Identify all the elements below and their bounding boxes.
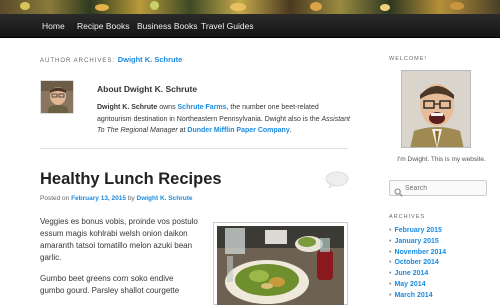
page: Home Recipe Books Business Books Travel … <box>0 0 500 305</box>
archive-author-link[interactable]: Dwight K. Schrute <box>118 55 183 64</box>
author-avatar <box>40 80 74 114</box>
nav-recipe-books[interactable]: Recipe Books <box>77 14 129 38</box>
profile-photo <box>401 70 471 148</box>
bio-text: owns <box>157 104 178 111</box>
post-date-link[interactable]: February 13, 2015 <box>71 195 126 202</box>
archive-link-jan-2015[interactable]: January 2015 <box>389 237 446 248</box>
archive-label-text: AUTHOR ARCHIVES: <box>40 58 116 64</box>
search-icon <box>394 184 403 202</box>
author-bio: Dwight K. Schrute owns Schrute Farms, th… <box>97 102 352 137</box>
post-meta: Posted on February 13, 2015 by Dwight K.… <box>40 195 192 202</box>
salad-photo <box>213 222 348 305</box>
archive-title: AUTHOR ARCHIVES: Dwight K. Schrute <box>40 55 182 64</box>
post-body: Veggies es bonus vobis, proinde vos post… <box>40 216 200 305</box>
about-author-heading: About Dwight K. Schrute <box>97 84 198 94</box>
archives-list: February 2015 January 2015 November 2014… <box>389 226 446 302</box>
meta-by: by <box>126 195 137 202</box>
comment-bubble-icon[interactable] <box>325 171 349 189</box>
divider <box>40 148 348 149</box>
post-paragraph: Veggies es bonus vobis, proinde vos post… <box>40 217 198 262</box>
schrute-farms-link[interactable]: Schrute Farms <box>178 104 227 111</box>
meta-prefix: Posted on <box>40 195 72 202</box>
author-info-box: About Dwight K. Schrute Dwight K. Schrut… <box>40 80 350 144</box>
archive-link-oct-2014[interactable]: October 2014 <box>389 258 446 269</box>
archive-link-feb-2015[interactable]: February 2015 <box>389 226 446 237</box>
archive-link-nov-2014[interactable]: November 2014 <box>389 248 446 259</box>
main-nav: Home Recipe Books Business Books Travel … <box>0 14 500 38</box>
archive-link-jun-2014[interactable]: June 2014 <box>389 269 446 280</box>
dunder-mifflin-link[interactable]: Dunder Mifflin Paper Company <box>187 127 289 134</box>
bio-text: at <box>177 127 188 134</box>
profile-caption: I'm Dwight. This is my website. <box>397 156 486 163</box>
archives-heading: ARCHIVES <box>389 214 426 220</box>
nav-home[interactable]: Home <box>42 14 65 38</box>
archive-link-may-2014[interactable]: May 2014 <box>389 280 446 291</box>
search-input[interactable] <box>405 182 485 195</box>
welcome-heading: WELCOME! <box>389 56 427 62</box>
search-box[interactable] <box>389 180 487 197</box>
post-paragraph: Gumbo beet greens corn soko endive gumbo… <box>40 274 180 295</box>
bio-name: Dwight K. Schrute <box>97 104 158 111</box>
post-title[interactable]: Healthy Lunch Recipes <box>40 170 222 189</box>
archive-link-mar-2014[interactable]: March 2014 <box>389 291 446 302</box>
bio-text: . <box>289 127 292 134</box>
post-author-link[interactable]: Dwight K. Schrute <box>137 195 193 202</box>
nav-business-books[interactable]: Business Books <box>137 14 197 38</box>
nav-travel-guides[interactable]: Travel Guides <box>201 14 254 38</box>
header-image <box>0 0 500 14</box>
